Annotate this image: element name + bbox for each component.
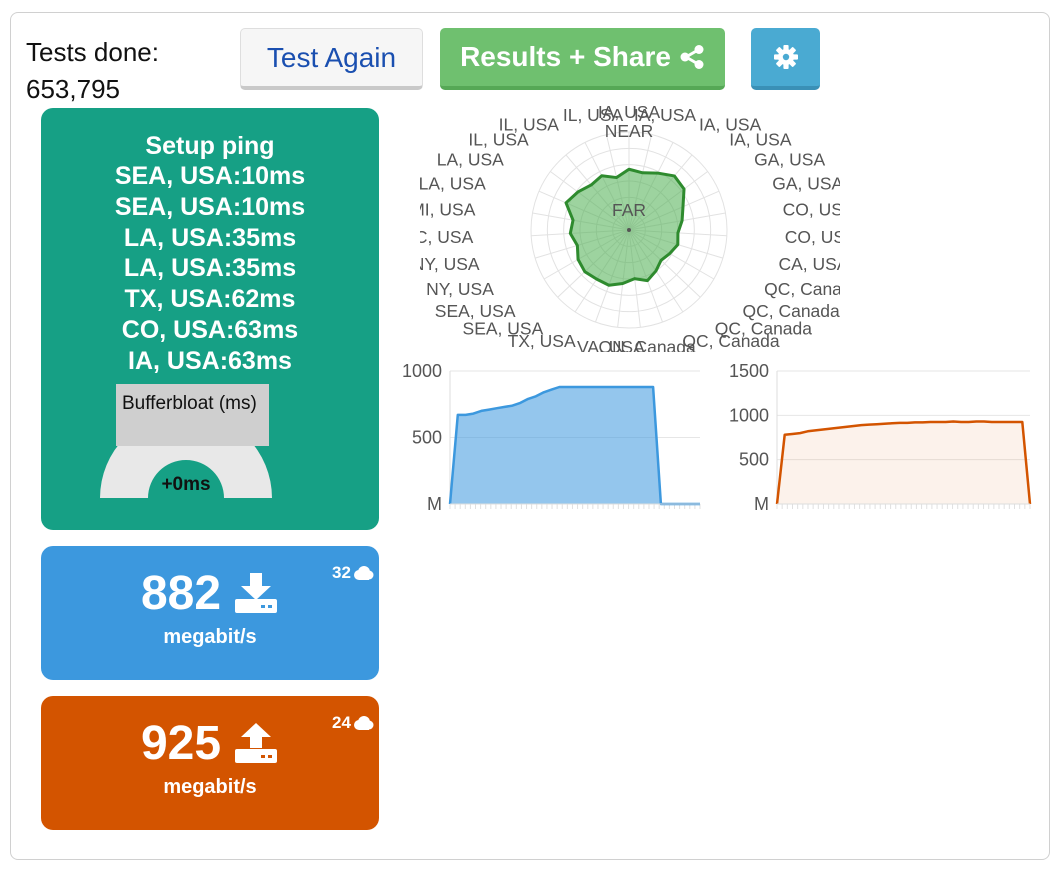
ping-list: SEA, USA:10ms SEA, USA:10ms LA, USA:35ms LA… (41, 161, 379, 377)
upload-streams-count: 24 (332, 713, 351, 732)
upload-value: 925 (140, 717, 222, 770)
download-chart-ytick-label: M (427, 494, 442, 514)
radar-axis-label: NY, USA (420, 254, 480, 274)
tests-done-counter: Tests done: 653,795 (26, 34, 159, 108)
cloud-icon (353, 566, 374, 580)
radar-series-area (564, 167, 686, 287)
bufferbloat-label: Bufferbloat (ms) (116, 384, 269, 446)
upload-chart-ytick-label: 1000 (729, 405, 769, 425)
download-chart-area (450, 387, 700, 504)
upload-unit: megabit/s (163, 776, 257, 798)
results-share-label: Results + Share (460, 41, 671, 72)
share-icon (680, 45, 704, 69)
download-area-chart: 1000 500 M (402, 361, 701, 514)
test-again-button[interactable]: Test Again (240, 28, 423, 90)
radar-axis-label: CA, USA (778, 254, 840, 274)
radar-axis-label: NC, USA (420, 227, 474, 247)
upload-chart-area (777, 421, 1030, 504)
upload-area-chart: 1500 1000 500 M (729, 361, 1032, 514)
bufferbloat-value: +0ms (161, 474, 211, 495)
upload-chart-ytick-label: 500 (739, 450, 769, 470)
upload-chart-ytick-label: M (754, 494, 769, 514)
radar-axis-label: IA, USA (729, 130, 792, 150)
radar-axis-label: ON, Canada (598, 337, 696, 352)
ping-entry: SEA, USA:10ms (114, 192, 306, 221)
ping-entry: LA, USA:35ms (123, 254, 297, 283)
ping-entry: TX, USA:62ms (124, 285, 296, 314)
download-speed: 882 (41, 566, 379, 621)
radar-axis-label: NY, USA (426, 279, 494, 299)
radar-axis-label: MI, USA (420, 200, 476, 220)
radar-far-label: FAR (612, 200, 646, 220)
server-radar-chart: NEARFARVA, USATX, USASEA, USASEA, USANY,… (420, 102, 840, 352)
tests-done-label: Tests done: (26, 37, 159, 67)
radar-axis-label: IL, USA (499, 115, 560, 135)
radar-axis-label: QC, Canada (764, 279, 840, 299)
radar-axis-label: CO, USA (783, 200, 840, 220)
ping-entry: CO, USA:63ms (121, 315, 299, 344)
download-unit: megabit/s (163, 626, 257, 648)
radar-axis-label: LA, USA (437, 150, 504, 170)
ping-entry: LA, USA:35ms (123, 223, 297, 252)
radar-axis-label: SEA, USA (463, 319, 544, 339)
radar-axis-label: GA, USA (754, 150, 825, 170)
ping-entry: SEA, USA:10ms (114, 162, 306, 190)
upload-icon (235, 722, 278, 763)
gear-icon (773, 45, 798, 69)
radar-axis-label: GA, USA (772, 173, 840, 193)
radar-axis-label: CO, USA (785, 227, 840, 247)
ping-title: Setup ping (145, 132, 275, 160)
test-again-label: Test Again (266, 41, 397, 73)
radar-axis-label: LA, USA (420, 173, 486, 193)
download-icon (235, 572, 278, 613)
settings-button[interactable] (751, 28, 820, 90)
upload-speed: 925 (41, 716, 379, 771)
download-streams: 32 (332, 563, 374, 583)
upload-chart-ytick-label: 1500 (729, 361, 769, 381)
download-value: 882 (140, 567, 222, 620)
download-chart-ytick-label: 500 (412, 428, 442, 448)
ping-entry: IA, USA:63ms (128, 346, 292, 375)
upload-streams: 24 (332, 713, 374, 733)
tests-done-value: 653,795 (26, 74, 120, 104)
radar-center (627, 228, 631, 232)
results-share-button[interactable]: Results + Share (440, 28, 725, 90)
download-chart-ytick-label: 1000 (402, 361, 442, 381)
radar-axis-label: IA, USA (634, 105, 697, 125)
download-streams-count: 32 (332, 563, 351, 582)
cloud-icon (353, 716, 374, 730)
radar-axis-label: QC, Canada (682, 331, 780, 351)
radar-axis-label: SEA, USA (435, 301, 516, 321)
